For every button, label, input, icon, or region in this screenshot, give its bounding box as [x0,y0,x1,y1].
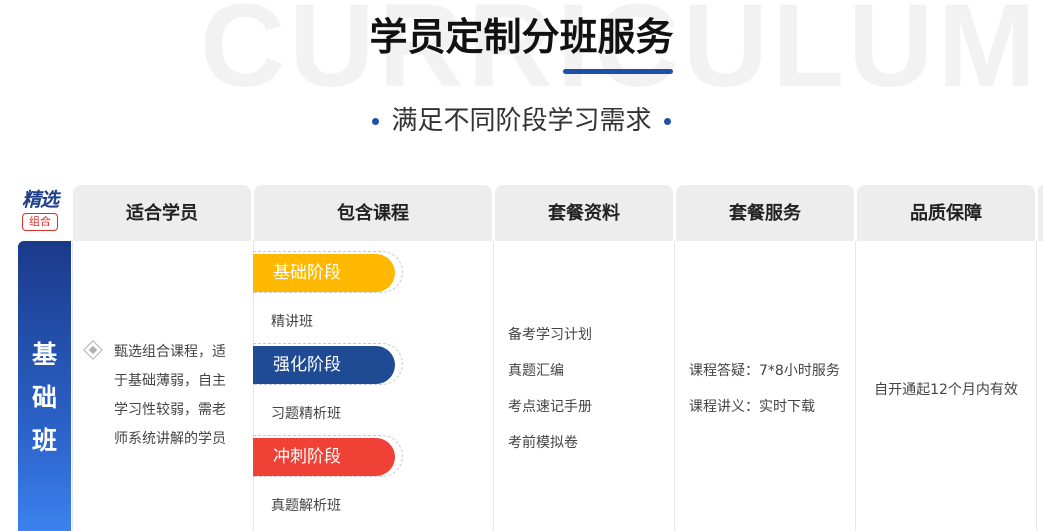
header-services: 套餐服务 [676,185,854,241]
header-quality: 品质保障 [857,185,1035,241]
course-sprint: 真题解析班 [271,498,341,514]
diamond-icon [83,340,103,360]
header-materials: 套餐资料 [495,185,673,241]
page-title: 学员定制分班服务 [369,15,674,59]
stage-pill: 基础阶段 [253,254,395,292]
student-line: 师系统讲解的学员 [114,431,226,447]
stage-sprint: 冲刺阶段 [253,435,403,477]
header-courses: 包含课程 [254,185,492,241]
bullet-dot-icon [663,118,671,125]
class-type-label: 基 础 班 [18,241,71,531]
subtitle-text: 满足不同阶段学习需求 [391,106,652,136]
student-description: 甄选组合课程，适 于基础薄弱，自主 学习性较弱，需老 师系统讲解的学员 [83,338,241,454]
logo-badge: 组合 [22,213,58,231]
course-intensive: 习题精析班 [271,406,341,422]
class-type-text: 基 础 班 [31,340,57,455]
logo-top-text: 精选 [22,189,59,211]
page-subtitle: 满足不同阶段学习需求 [0,100,1043,137]
student-line: 于基础薄弱，自主 [114,373,226,389]
materials-list: 备考学习计划 真题汇编 考点速记手册 考前模拟卷 [508,325,592,469]
service-item: 课程讲义：实时下载 [689,399,815,415]
material-item: 考前模拟卷 [508,435,578,451]
stage-basic: 基础阶段 [253,251,403,293]
material-item: 考点速记手册 [508,399,592,415]
stage-intensive: 强化阶段 [253,343,403,385]
service-item: 课程答疑：7*8小时服务 [689,363,840,379]
combo-logo: 精选 组合 [22,190,64,236]
course-basic: 精讲班 [271,314,313,330]
title-underline [563,69,673,74]
services-list: 课程答疑：7*8小时服务 课程讲义：实时下载 [689,361,840,433]
header-next-edge [1038,185,1043,241]
material-item: 备考学习计划 [508,327,592,343]
student-line: 甄选组合课程，适 [114,344,226,360]
quality-guarantee: 自开通起12个月内有效 [874,382,1018,398]
bullet-dot-icon [372,118,380,125]
material-item: 真题汇编 [508,363,564,379]
stage-pill: 强化阶段 [253,346,395,384]
stage-pill: 冲刺阶段 [253,438,395,476]
student-line: 学习性较弱，需老 [114,402,226,418]
header-students: 适合学员 [73,185,251,241]
